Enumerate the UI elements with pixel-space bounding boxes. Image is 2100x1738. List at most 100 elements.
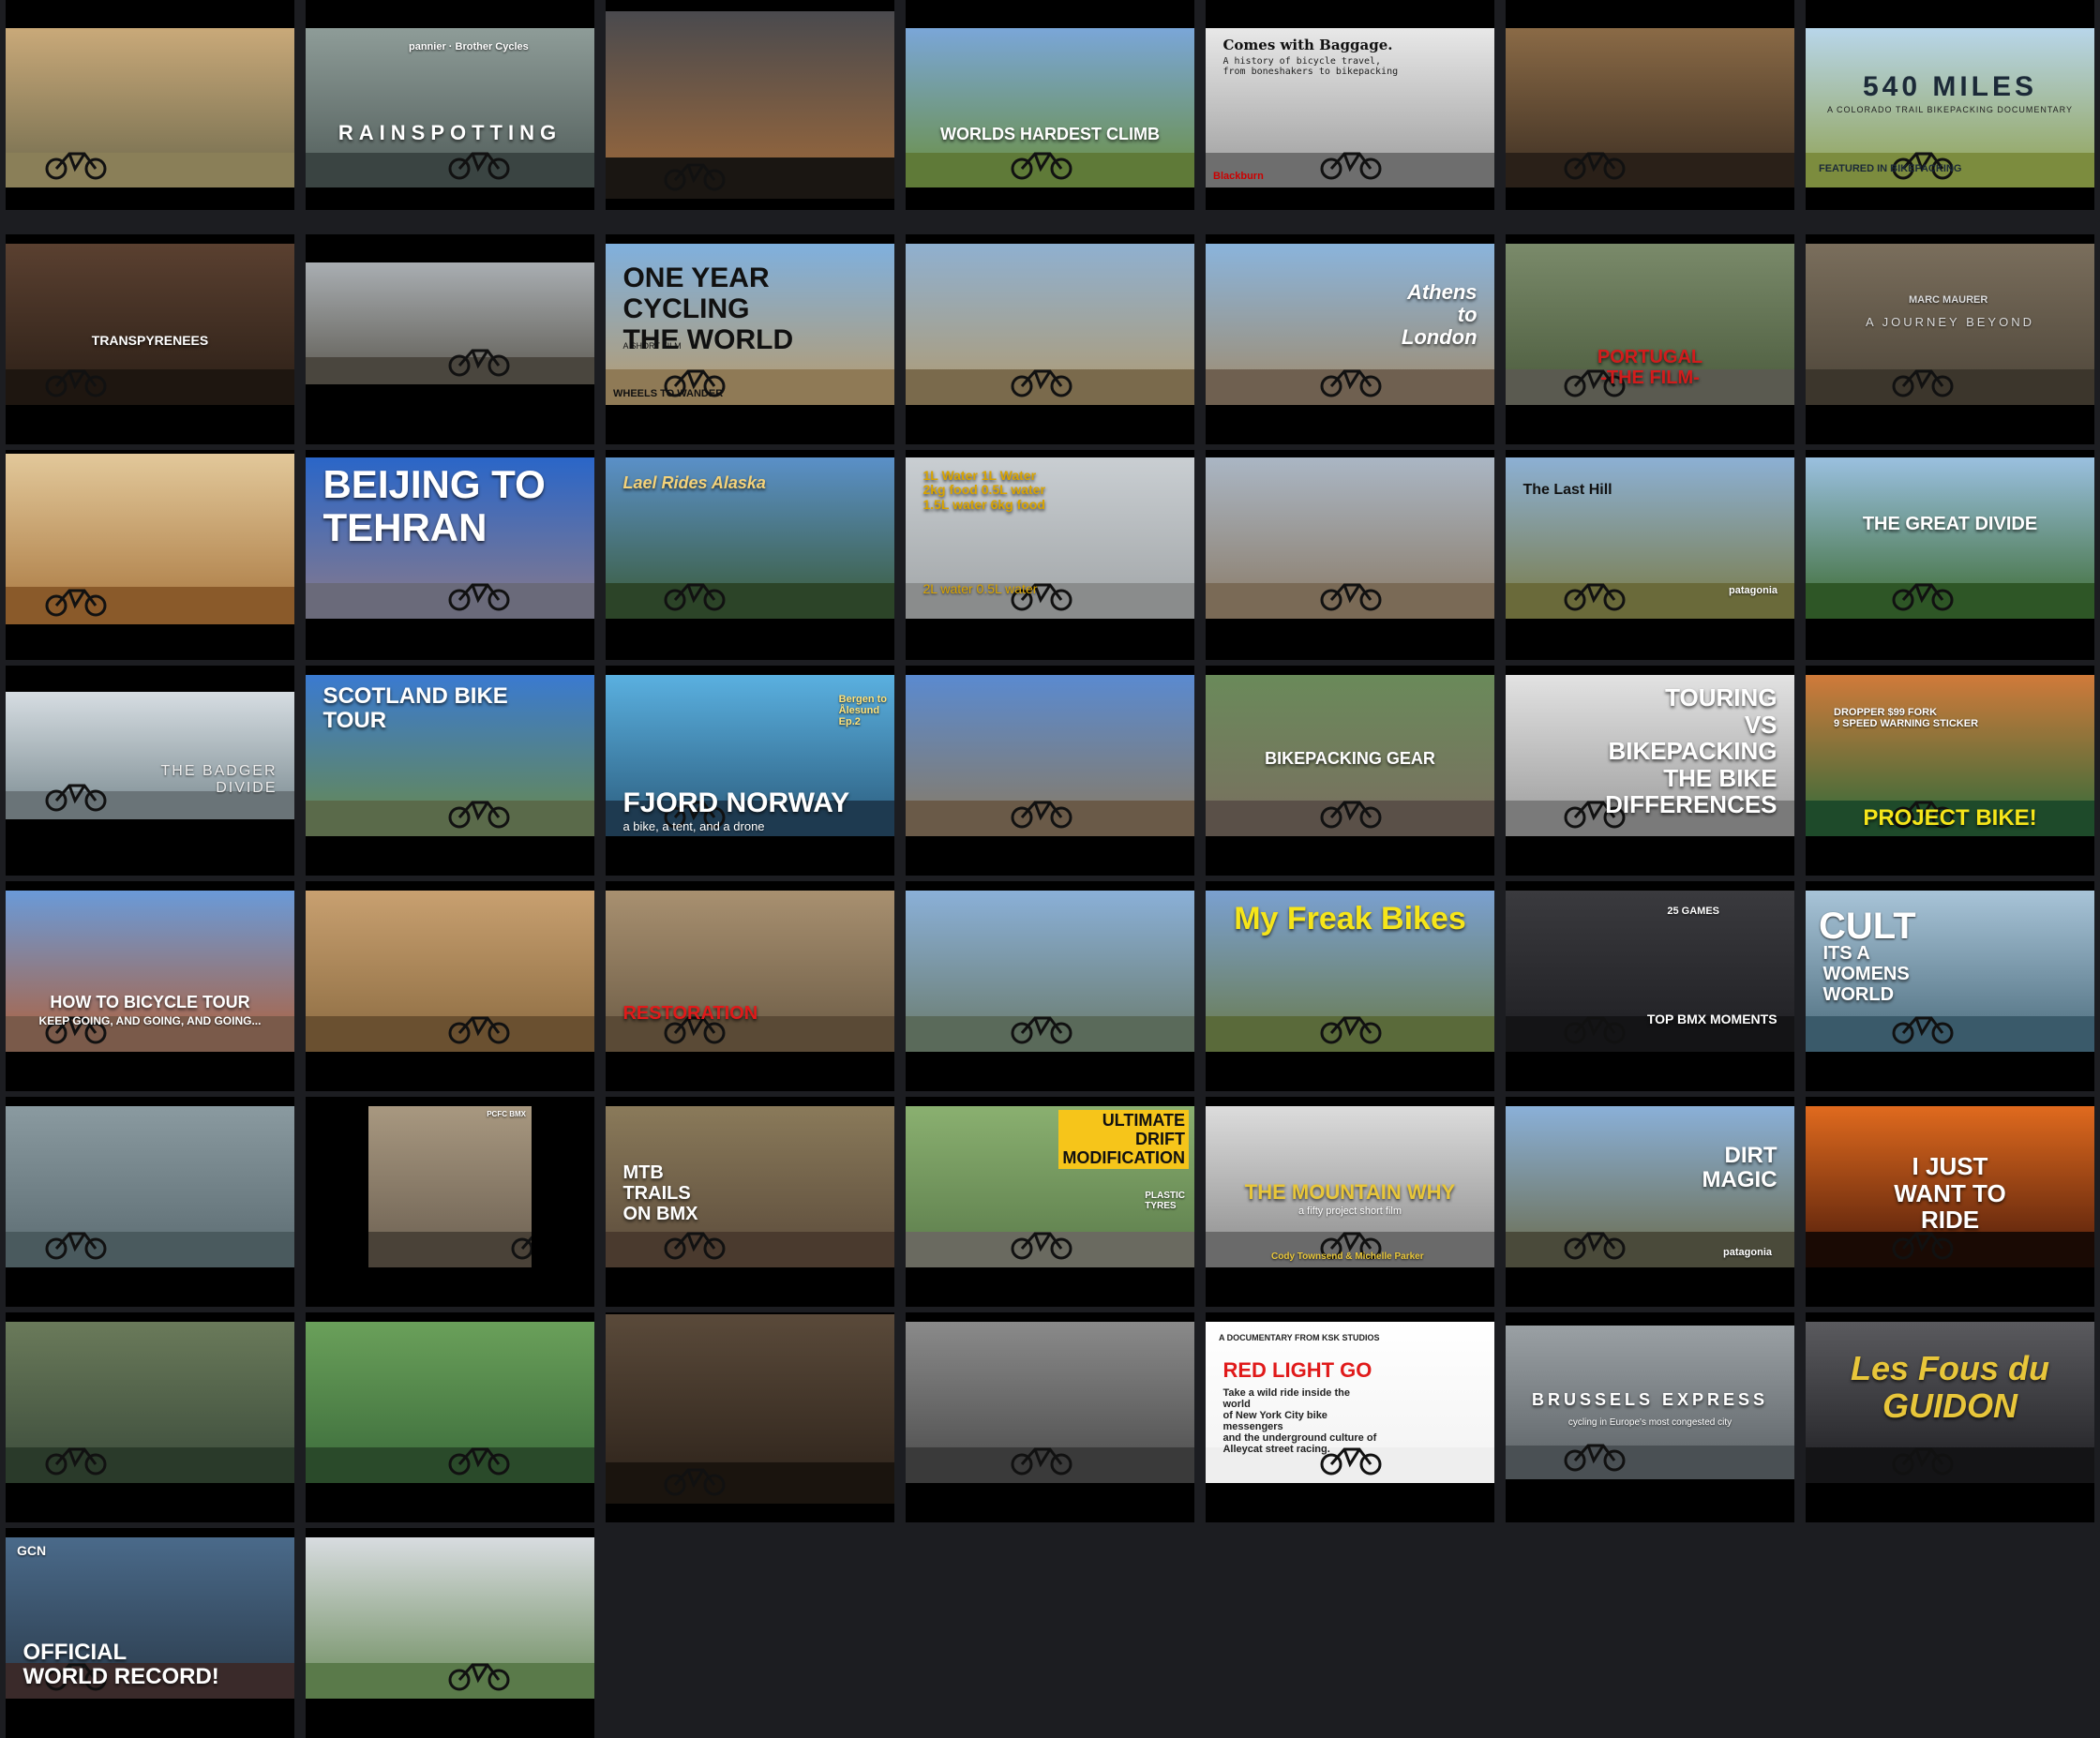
- video-thumbnail[interactable]: I JUST WANT TO RIDE: [1806, 1106, 2094, 1267]
- video-thumbnail[interactable]: [606, 1314, 894, 1504]
- video-tile[interactable]: DIRT MAGIC patagonia: [1506, 1097, 1794, 1307]
- video-tile[interactable]: 540 MILES A COLORADO TRAIL BIKEPACKING DO…: [1806, 0, 2094, 210]
- video-tile[interactable]: SCOTLAND BIKE TOUR: [306, 666, 594, 876]
- video-tile[interactable]: RAINSPOTTING pannier · Brother Cycles: [306, 0, 594, 210]
- video-tile[interactable]: [6, 0, 294, 210]
- video-tile[interactable]: WORLDS HARDEST CLIMB: [906, 0, 1194, 210]
- video-tile[interactable]: [1206, 450, 1494, 660]
- video-thumbnail[interactable]: [906, 1322, 1194, 1483]
- video-thumbnail[interactable]: [606, 11, 894, 199]
- video-thumbnail[interactable]: PROJECT BIKE! DROPPER $99 FORK 9 SPEED WA…: [1806, 675, 2094, 836]
- video-tile[interactable]: [1506, 0, 1794, 210]
- video-tile[interactable]: FJORD NORWAY a bike, a tent, and a drone B…: [606, 666, 894, 876]
- video-thumbnail[interactable]: Les Fous du GUIDON: [1806, 1322, 2094, 1483]
- video-thumbnail[interactable]: PORTUGAL -THE FILM-: [1506, 244, 1794, 405]
- video-thumbnail[interactable]: [6, 1322, 294, 1483]
- video-thumbnail[interactable]: ULTIMATE DRIFT MODIFICATION PLASTIC TYRES: [906, 1106, 1194, 1267]
- video-tile[interactable]: [306, 1312, 594, 1522]
- video-thumbnail[interactable]: ITS A WOMENS WORLD CULT: [1806, 891, 2094, 1052]
- video-thumbnail[interactable]: ONE YEAR CYCLING THE WORLD A SHORT FILM WH…: [606, 244, 894, 405]
- video-thumbnail[interactable]: [306, 262, 594, 384]
- video-thumbnail[interactable]: My Freak Bikes: [1206, 891, 1494, 1052]
- video-thumbnail[interactable]: THE BADGER DIVIDE: [6, 692, 294, 819]
- video-thumbnail[interactable]: [1506, 28, 1794, 187]
- video-thumbnail[interactable]: [6, 1106, 294, 1267]
- video-thumbnail[interactable]: RESTORATION: [606, 891, 894, 1052]
- video-tile[interactable]: [906, 881, 1194, 1091]
- video-tile[interactable]: OFFICIAL WORLD RECORD! GCN: [6, 1528, 294, 1738]
- video-thumbnail[interactable]: BIKEPACKING GEAR: [1206, 675, 1494, 836]
- video-tile[interactable]: [906, 234, 1194, 444]
- video-thumbnail[interactable]: Lael Rides Alaska: [606, 457, 894, 619]
- video-tile[interactable]: Les Fous du GUIDON: [1806, 1312, 2094, 1522]
- video-thumbnail[interactable]: RAINSPOTTING pannier · Brother Cycles: [306, 28, 594, 187]
- video-tile[interactable]: THE GREAT DIVIDE: [1806, 450, 2094, 660]
- video-tile[interactable]: [606, 1312, 894, 1522]
- video-tile[interactable]: A JOURNEY BEYOND MARC MAURER: [1806, 234, 2094, 444]
- video-tile[interactable]: TOURING VS BIKEPACKING THE BIKE DIFFEREN…: [1506, 666, 1794, 876]
- video-tile[interactable]: HOW TO BICYCLE TOUR KEEP GOING, AND GOING…: [6, 881, 294, 1091]
- video-thumbnail[interactable]: THE MOUNTAIN WHY a fifty project short fi…: [1206, 1106, 1494, 1267]
- video-tile[interactable]: PROJECT BIKE! DROPPER $99 FORK 9 SPEED WA…: [1806, 666, 2094, 876]
- video-tile[interactable]: [906, 666, 1194, 876]
- video-thumbnail[interactable]: THE GREAT DIVIDE: [1806, 457, 2094, 619]
- video-thumbnail[interactable]: PCFC BMX: [368, 1106, 532, 1267]
- video-tile[interactable]: TOP BMX MOMENTS 25 GAMES: [1506, 881, 1794, 1091]
- video-tile[interactable]: My Freak Bikes: [1206, 881, 1494, 1091]
- video-tile[interactable]: [306, 881, 594, 1091]
- video-thumbnail[interactable]: [906, 891, 1194, 1052]
- video-tile[interactable]: [306, 1528, 594, 1738]
- video-thumbnail[interactable]: Comes with Baggage. A history of bicycle …: [1206, 28, 1494, 187]
- video-thumbnail[interactable]: [306, 1322, 594, 1483]
- video-tile[interactable]: Comes with Baggage. A history of bicycle …: [1206, 0, 1494, 210]
- video-tile[interactable]: TRANSPYRENEES: [6, 234, 294, 444]
- video-tile[interactable]: [6, 1312, 294, 1522]
- video-tile[interactable]: BRUSSELS EXPRESS cycling in Europe's most…: [1506, 1312, 1794, 1522]
- video-tile[interactable]: MTB TRAILS ON BMX: [606, 1097, 894, 1307]
- video-thumbnail[interactable]: BRUSSELS EXPRESS cycling in Europe's most…: [1506, 1326, 1794, 1479]
- video-tile[interactable]: THE BADGER DIVIDE: [6, 666, 294, 876]
- video-tile[interactable]: Lael Rides Alaska: [606, 450, 894, 660]
- video-tile[interactable]: ONE YEAR CYCLING THE WORLD A SHORT FILM WH…: [606, 234, 894, 444]
- video-thumbnail[interactable]: WORLDS HARDEST CLIMB: [906, 28, 1194, 187]
- video-thumbnail[interactable]: BEIJING TO TEHRAN: [306, 457, 594, 619]
- video-tile[interactable]: I JUST WANT TO RIDE: [1806, 1097, 2094, 1307]
- video-tile[interactable]: [6, 1097, 294, 1307]
- video-thumbnail[interactable]: SCOTLAND BIKE TOUR: [306, 675, 594, 836]
- video-thumbnail[interactable]: [6, 454, 294, 624]
- video-tile[interactable]: 1L Water 1L Water 2kg food 0.5L water 1.…: [906, 450, 1194, 660]
- video-thumbnail[interactable]: 540 MILES A COLORADO TRAIL BIKEPACKING DO…: [1806, 28, 2094, 187]
- video-tile[interactable]: [606, 0, 894, 210]
- video-tile[interactable]: THE MOUNTAIN WHY a fifty project short fi…: [1206, 1097, 1494, 1307]
- video-thumbnail[interactable]: [906, 244, 1194, 405]
- video-tile[interactable]: ULTIMATE DRIFT MODIFICATION PLASTIC TYRES: [906, 1097, 1194, 1307]
- video-thumbnail[interactable]: FJORD NORWAY a bike, a tent, and a drone B…: [606, 675, 894, 836]
- video-thumbnail[interactable]: [306, 891, 594, 1052]
- video-tile[interactable]: BEIJING TO TEHRAN: [306, 450, 594, 660]
- video-tile[interactable]: PCFC BMX: [306, 1097, 594, 1307]
- video-tile[interactable]: RESTORATION: [606, 881, 894, 1091]
- video-thumbnail[interactable]: RED LIGHT GO Take a wild ride inside the …: [1206, 1322, 1494, 1483]
- video-tile[interactable]: [306, 234, 594, 444]
- video-thumbnail[interactable]: [6, 28, 294, 187]
- video-thumbnail[interactable]: [306, 1537, 594, 1699]
- video-thumbnail[interactable]: A JOURNEY BEYOND MARC MAURER: [1806, 244, 2094, 405]
- video-thumbnail[interactable]: DIRT MAGIC patagonia: [1506, 1106, 1794, 1267]
- video-tile[interactable]: RED LIGHT GO Take a wild ride inside the …: [1206, 1312, 1494, 1522]
- video-thumbnail[interactable]: TOURING VS BIKEPACKING THE BIKE DIFFEREN…: [1506, 675, 1794, 836]
- video-thumbnail[interactable]: OFFICIAL WORLD RECORD! GCN: [6, 1537, 294, 1699]
- video-thumbnail[interactable]: The Last Hill patagonia: [1506, 457, 1794, 619]
- video-tile[interactable]: BIKEPACKING GEAR: [1206, 666, 1494, 876]
- video-tile[interactable]: Athens to London: [1206, 234, 1494, 444]
- video-thumbnail[interactable]: [1206, 457, 1494, 619]
- video-thumbnail[interactable]: TOP BMX MOMENTS 25 GAMES: [1506, 891, 1794, 1052]
- video-thumbnail[interactable]: MTB TRAILS ON BMX: [606, 1106, 894, 1267]
- video-tile[interactable]: [906, 1312, 1194, 1522]
- video-tile[interactable]: PORTUGAL -THE FILM-: [1506, 234, 1794, 444]
- video-tile[interactable]: ITS A WOMENS WORLD CULT: [1806, 881, 2094, 1091]
- video-thumbnail[interactable]: [906, 675, 1194, 836]
- video-tile[interactable]: [6, 450, 294, 660]
- video-thumbnail[interactable]: TRANSPYRENEES: [6, 244, 294, 405]
- video-thumbnail[interactable]: HOW TO BICYCLE TOUR KEEP GOING, AND GOING…: [6, 891, 294, 1052]
- video-tile[interactable]: The Last Hill patagonia: [1506, 450, 1794, 660]
